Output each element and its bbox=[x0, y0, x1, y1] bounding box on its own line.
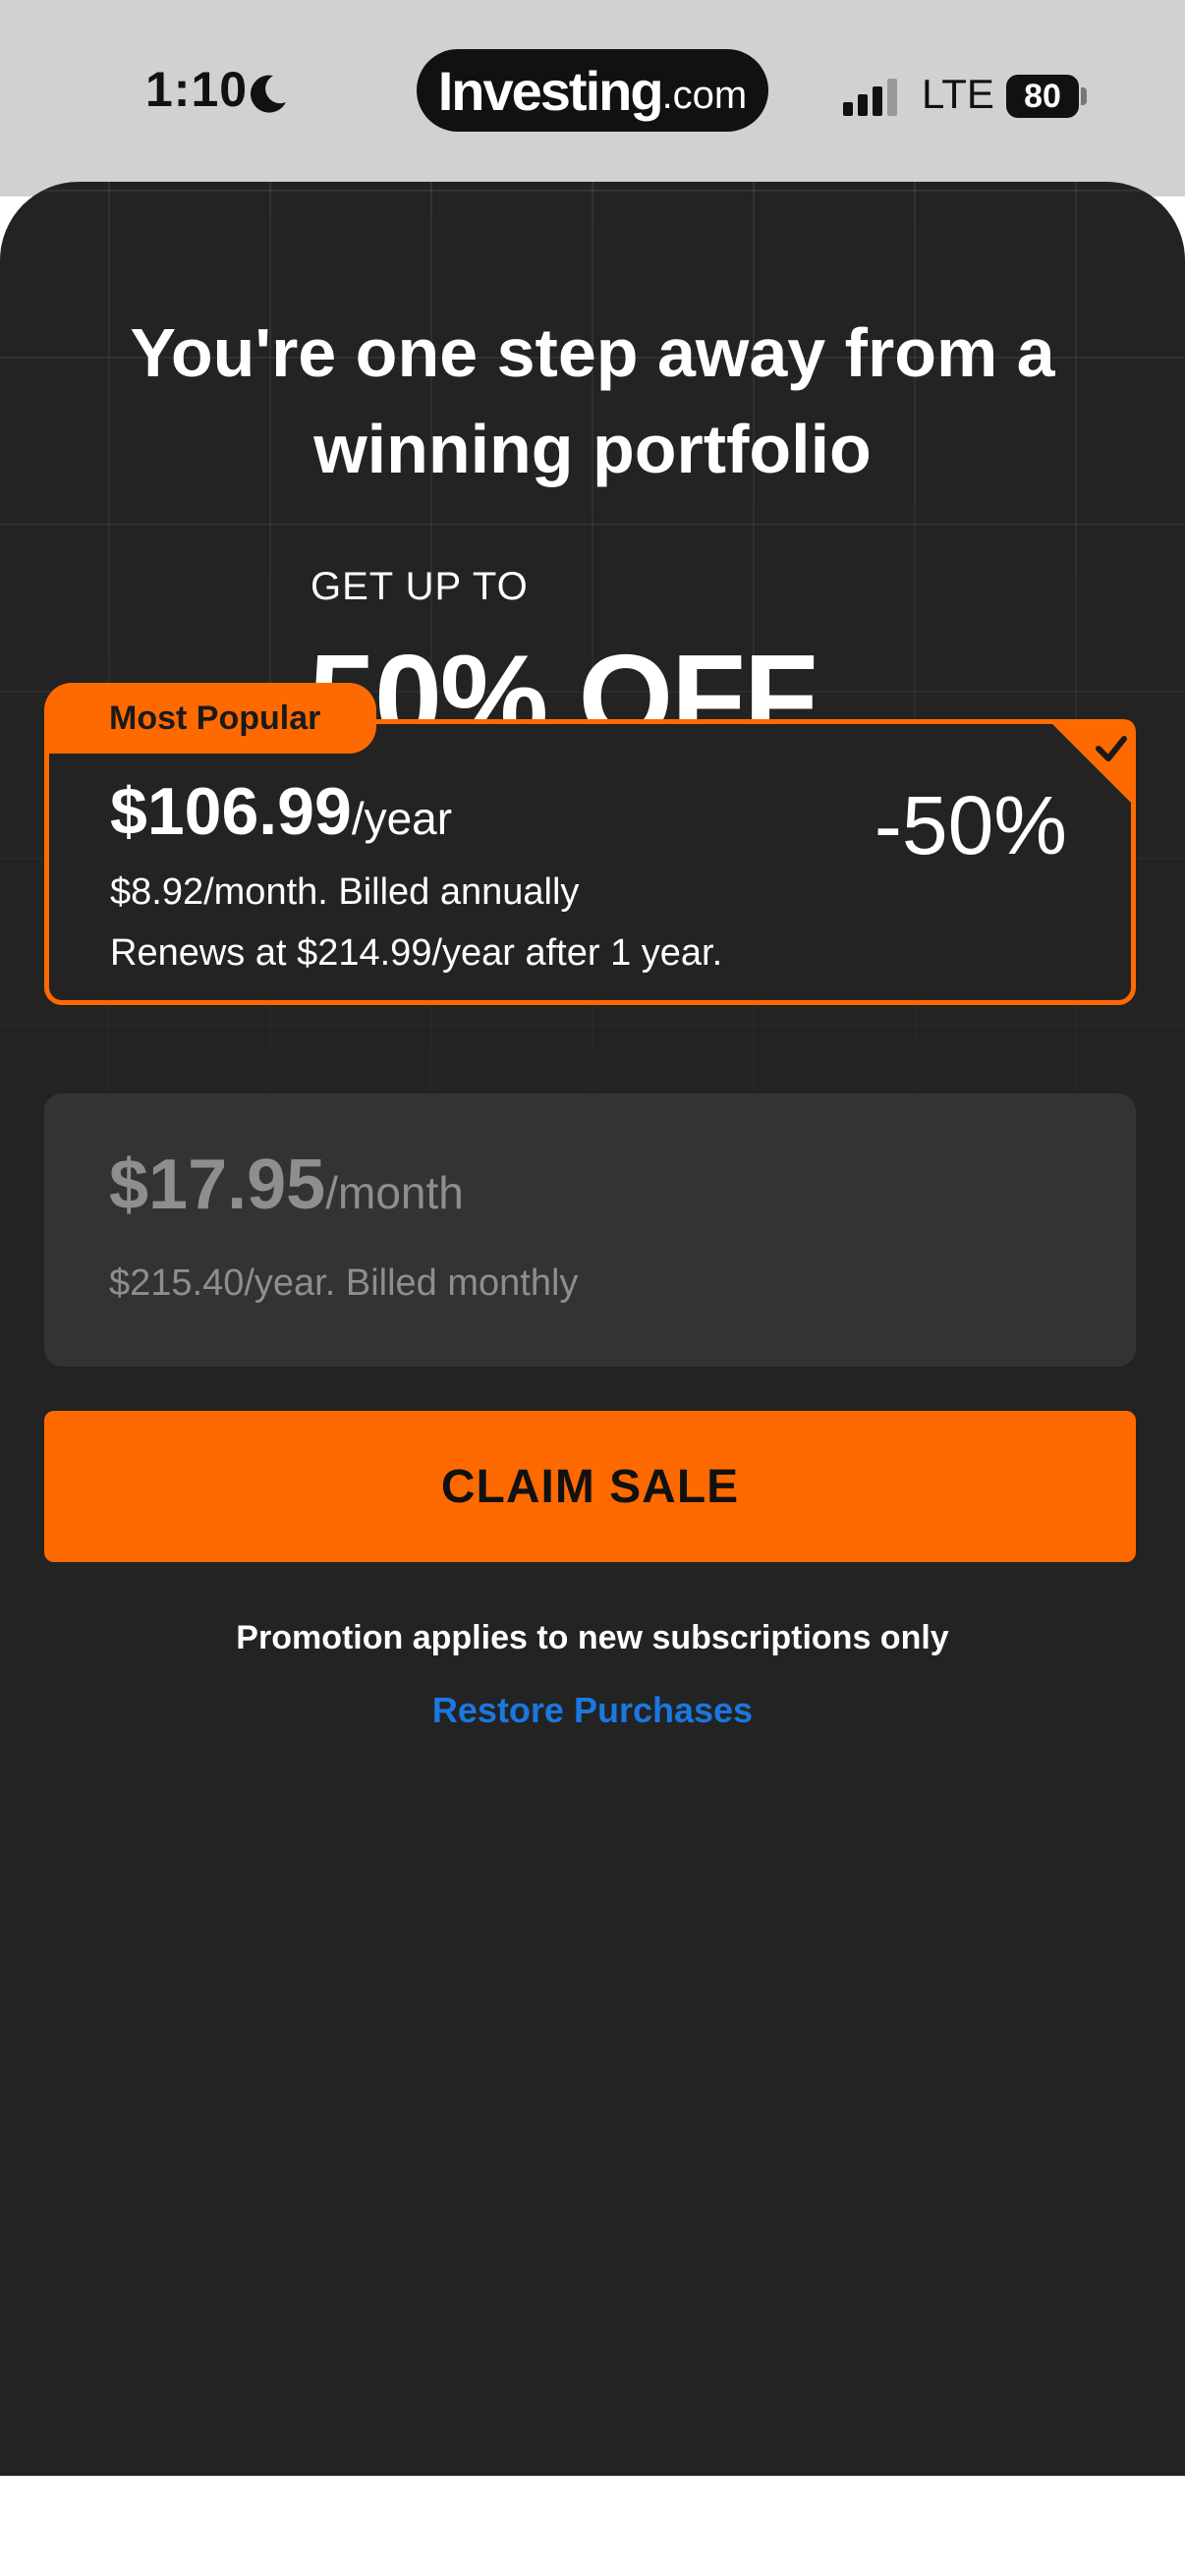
plan-annual-option[interactable]: $106.99/year -50% $8.92/month. Billed an… bbox=[44, 719, 1136, 1005]
network-label: LTE bbox=[922, 71, 994, 117]
brand-suffix: .com bbox=[661, 73, 748, 117]
annual-price: $106.99/year bbox=[110, 773, 452, 850]
claim-sale-button[interactable]: CLAIM SALE bbox=[44, 1411, 1136, 1562]
status-time: 1:10 bbox=[145, 62, 249, 117]
annual-price-amount: $106.99 bbox=[110, 774, 352, 849]
brand-logo: Investing .com bbox=[417, 49, 768, 132]
moon-icon bbox=[250, 75, 286, 113]
brand-name: Investing bbox=[437, 59, 664, 122]
monthly-price: $17.95/month bbox=[109, 1145, 464, 1225]
monthly-price-amount: $17.95 bbox=[109, 1146, 326, 1224]
annual-monthly-equivalent: $8.92/month. Billed annually bbox=[110, 871, 580, 913]
monthly-price-unit: /month bbox=[325, 1167, 464, 1218]
annual-price-unit: /year bbox=[351, 793, 453, 844]
status-bar: 1:10 Investing .com LTE 80 bbox=[0, 0, 1185, 196]
plan-monthly-option[interactable]: $17.95/month $215.40/year. Billed monthl… bbox=[44, 1093, 1136, 1367]
battery-tip bbox=[1081, 87, 1087, 105]
promotion-disclaimer: Promotion applies to new subscriptions o… bbox=[236, 1619, 949, 1656]
restore-purchases-link[interactable]: Restore Purchases bbox=[0, 1690, 1185, 1731]
signal-icon bbox=[843, 79, 897, 116]
monthly-yearly-equivalent: $215.40/year. Billed monthly bbox=[109, 1262, 579, 1304]
annual-renewal-note: Renews at $214.99/year after 1 year. bbox=[110, 932, 723, 974]
battery-level: 80 bbox=[1024, 77, 1061, 115]
promo-pre-label: GET UP TO bbox=[310, 565, 529, 608]
most-popular-badge: Most Popular bbox=[44, 683, 376, 754]
headline: You're one step away from a winning port… bbox=[130, 314, 1055, 487]
discount-label: -50% bbox=[874, 779, 1067, 871]
battery-icon: 80 bbox=[1006, 75, 1079, 118]
